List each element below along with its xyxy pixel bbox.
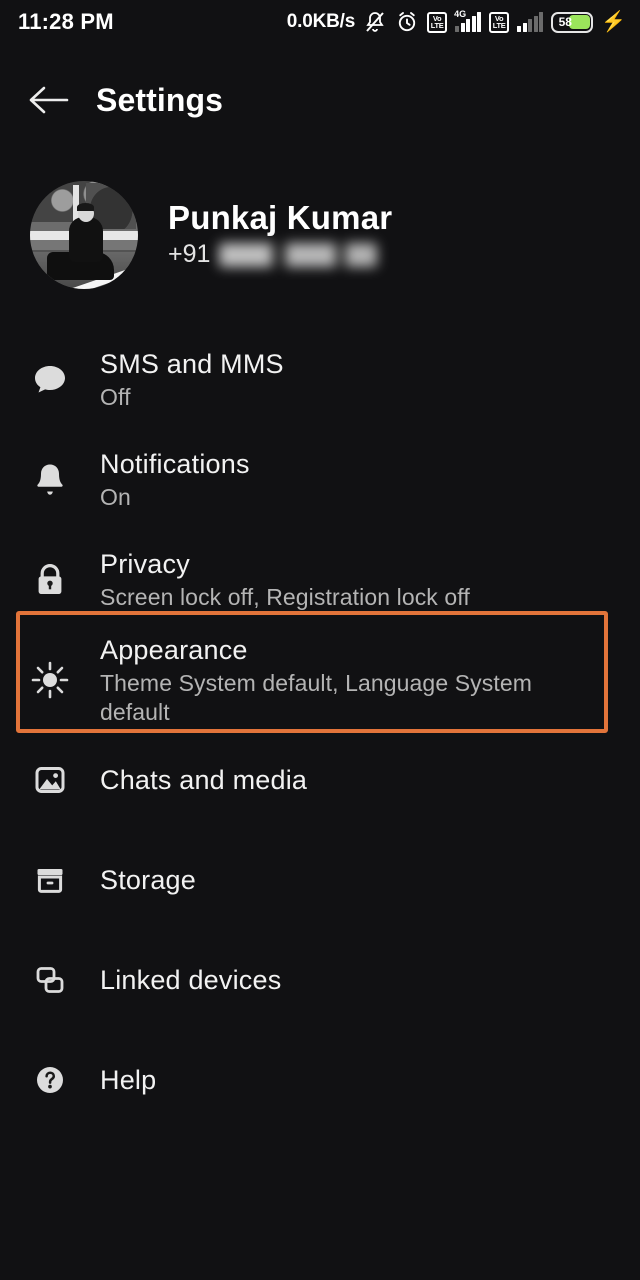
- network-speed-label: 0.0KB/s: [286, 11, 356, 32]
- status-bar-icons: 0.0KB/s Vo LTE 4G Vo LTE 58 ⚡: [286, 9, 626, 34]
- settings-item-text: Storage: [100, 864, 202, 896]
- status-bar-clock: 11:28 PM: [18, 9, 114, 34]
- volte-badge-icon-2: Vo LTE: [489, 11, 510, 33]
- signal-bars-4g-icon: 4G: [454, 9, 482, 32]
- profile-phone: +91: [168, 239, 392, 270]
- avatar[interactable]: [30, 181, 138, 289]
- settings-item-text: SMS and MMS Off: [100, 348, 290, 412]
- lock-icon: [0, 557, 100, 603]
- settings-screen: 11:28 PM 0.0KB/s Vo LTE 4G Vo LTE 58 ⚡ S…: [0, 0, 640, 1280]
- archive-box-icon: [0, 857, 100, 903]
- settings-item-subtitle: On: [100, 484, 131, 511]
- settings-item-title: Appearance: [100, 634, 248, 665]
- settings-item-title: Privacy: [100, 548, 190, 579]
- avatar-photo-person-hair: [76, 202, 95, 212]
- settings-item-title: Help: [100, 1064, 157, 1095]
- settings-item-title: Linked devices: [100, 964, 282, 995]
- battery-icon: 58: [551, 11, 594, 33]
- linked-devices-icon: [0, 957, 100, 1003]
- profile-text: Punkaj Kumar +91: [168, 199, 392, 270]
- settings-item-text: Appearance Theme System default, Languag…: [100, 634, 552, 727]
- status-bar: 11:28 PM 0.0KB/s Vo LTE 4G Vo LTE 58 ⚡: [0, 0, 640, 44]
- help-circle-icon: [0, 1057, 100, 1103]
- back-button[interactable]: [0, 82, 96, 118]
- settings-item-title: SMS and MMS: [100, 348, 284, 379]
- page-title: Settings: [96, 81, 224, 118]
- settings-item-subtitle: Theme System default, Language System de…: [100, 669, 532, 725]
- settings-item-chats-and-media[interactable]: Chats and media: [0, 730, 640, 830]
- avatar-photo-person-body: [68, 216, 104, 262]
- charging-bolt-icon: ⚡: [601, 11, 626, 33]
- app-bar: Settings: [0, 62, 640, 138]
- settings-item-text: Linked devices: [100, 964, 287, 996]
- alarm-clock-icon: [395, 10, 419, 34]
- settings-item-privacy[interactable]: Privacy Screen lock off, Registration lo…: [0, 530, 640, 630]
- volte-badge-icon: Vo LTE: [427, 11, 448, 33]
- arrow-left-icon: [26, 82, 70, 118]
- settings-item-text: Chats and media: [100, 764, 313, 796]
- settings-item-subtitle: Screen lock off, Registration lock off: [100, 584, 470, 611]
- battery-percent-label: 58: [558, 15, 572, 29]
- settings-item-title: Chats and media: [100, 764, 308, 795]
- settings-item-linked-devices[interactable]: Linked devices: [0, 930, 640, 1030]
- profile-phone-redacted: [219, 242, 378, 267]
- profile-name: Punkaj Kumar: [168, 199, 393, 237]
- settings-list: SMS and MMS Off Notifications On Privacy…: [0, 330, 640, 1130]
- chat-bubble-icon: [0, 357, 100, 403]
- settings-item-storage[interactable]: Storage: [0, 830, 640, 930]
- bell-icon: [0, 457, 100, 503]
- settings-item-sms-and-mms[interactable]: SMS and MMS Off: [0, 330, 640, 430]
- settings-item-appearance[interactable]: Appearance Theme System default, Languag…: [0, 630, 640, 730]
- bell-muted-icon: [363, 10, 387, 34]
- settings-item-text: Help: [100, 1064, 162, 1096]
- settings-item-text: Notifications On: [100, 448, 256, 512]
- settings-item-subtitle: Off: [100, 384, 131, 411]
- profile-phone-prefix: +91: [168, 240, 211, 269]
- brightness-sun-icon: [0, 657, 100, 703]
- signal-bars-icon: [517, 12, 544, 32]
- settings-item-text: Privacy Screen lock off, Registration lo…: [100, 548, 476, 612]
- image-icon: [0, 757, 100, 803]
- settings-item-notifications[interactable]: Notifications On: [0, 430, 640, 530]
- profile-row[interactable]: Punkaj Kumar +91: [0, 175, 640, 295]
- settings-item-title: Storage: [100, 864, 196, 895]
- avatar-wrapper[interactable]: [0, 181, 168, 289]
- settings-item-title: Notifications: [100, 448, 250, 479]
- settings-item-help[interactable]: Help: [0, 1030, 640, 1130]
